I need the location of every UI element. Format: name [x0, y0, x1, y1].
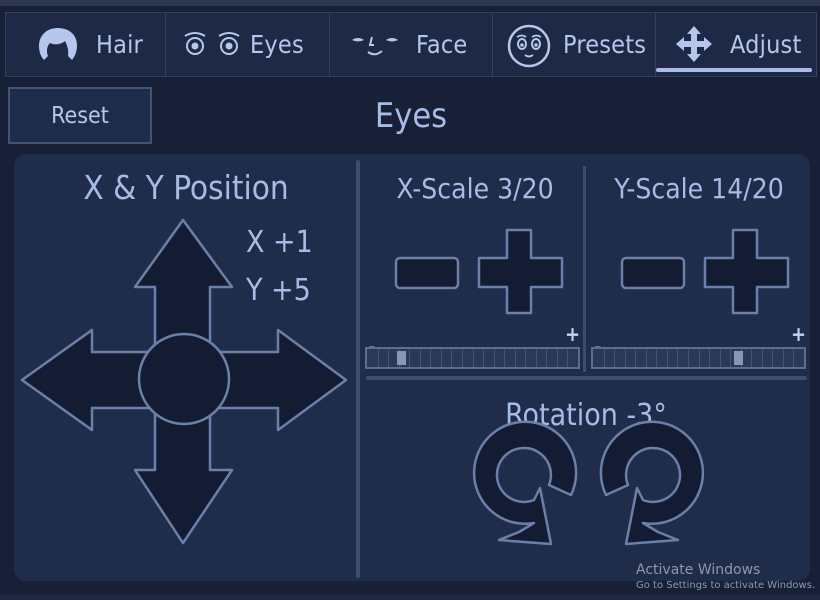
watermark-title: Activate Windows [636, 562, 761, 578]
window-bottom-border [0, 594, 820, 600]
activation-watermark: Activate Windows Go to Settings to activ… [636, 562, 815, 591]
rotate-clockwise-button[interactable] [472, 420, 578, 546]
watermark-subtitle: Go to Settings to activate Windows. [636, 580, 816, 591]
rotate-counterclockwise-button[interactable] [599, 420, 705, 546]
rotation-buttons [472, 420, 705, 546]
